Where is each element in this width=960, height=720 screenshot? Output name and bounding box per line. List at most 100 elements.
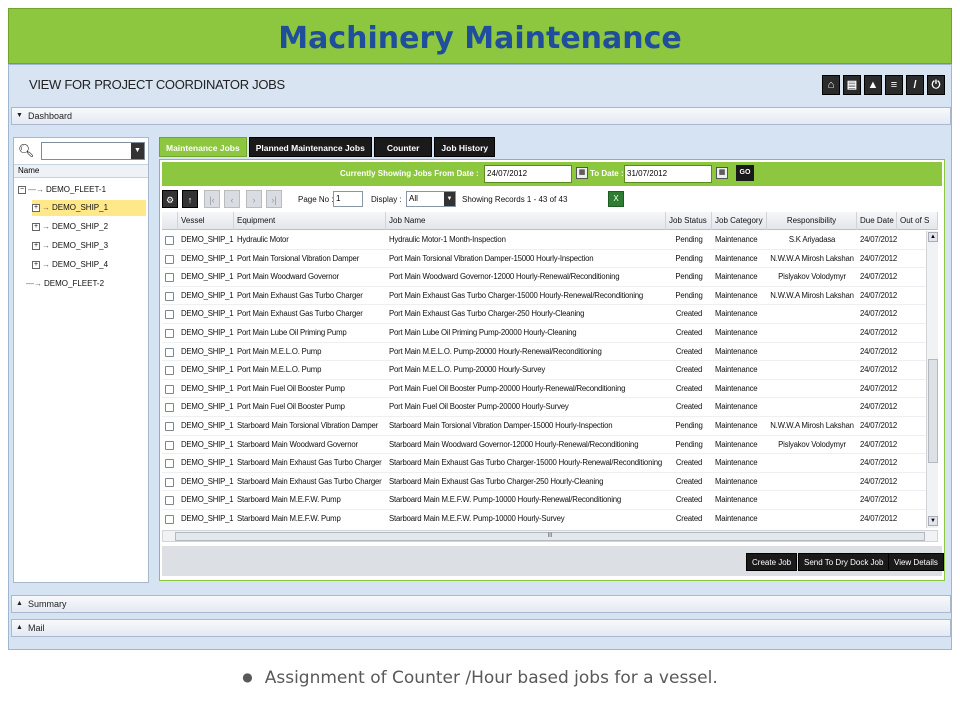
row-checkbox[interactable] <box>165 384 174 394</box>
page-label: Page No : <box>298 195 334 204</box>
table-row[interactable]: DEMO_SHIP_1 Starboard Main Exhaust Gas Tu… <box>162 454 926 473</box>
table-row[interactable]: DEMO_SHIP_1 Starboard Main M.E.F.W. Pump S… <box>162 510 926 528</box>
tree-node-ship-1[interactable]: + → DEMO_SHIP_1 <box>32 200 146 216</box>
home-icon[interactable]: ⌂ <box>822 75 840 95</box>
table-row[interactable]: DEMO_SHIP_1 Port Main M.E.L.O. Pump Port M… <box>162 343 926 362</box>
edit-icon[interactable]: / <box>906 75 924 95</box>
expand-icon[interactable]: + <box>32 203 40 212</box>
row-checkbox[interactable] <box>165 291 174 301</box>
table-row[interactable]: DEMO_SHIP_1 Starboard Main Torsional Vibr… <box>162 417 926 436</box>
tab-counter[interactable]: Counter <box>373 137 433 157</box>
row-checkbox[interactable] <box>165 273 174 283</box>
calendar-icon[interactable]: ▦ <box>576 167 588 179</box>
row-checkbox[interactable] <box>165 459 174 469</box>
mail-bar[interactable]: ▲ Mail <box>11 619 951 637</box>
row-checkbox[interactable] <box>165 515 174 524</box>
cell-due-date: 24/07/2012 <box>860 458 897 468</box>
row-checkbox[interactable] <box>165 310 174 320</box>
tree-node-ship-4[interactable]: + → DEMO_SHIP_4 <box>32 257 108 273</box>
tab-planned-maintenance-jobs[interactable]: Planned Maintenance Jobs <box>248 137 372 157</box>
settings-icon[interactable]: ⚙ <box>162 190 178 208</box>
page-number-input[interactable]: 1 <box>333 191 363 207</box>
table-row[interactable]: DEMO_SHIP_1 Starboard Main Woodward Gover… <box>162 436 926 455</box>
col-job-status[interactable]: Job Status <box>666 212 712 230</box>
row-checkbox[interactable] <box>165 496 174 506</box>
from-date-input[interactable]: 24/07/2012 <box>484 165 572 183</box>
table-row[interactable]: DEMO_SHIP_1 Port Main Fuel Oil Booster Pu… <box>162 380 926 399</box>
chevron-down-icon[interactable]: ▼ <box>444 192 455 206</box>
table-row[interactable]: DEMO_SHIP_1 Port Main M.E.L.O. Pump Port M… <box>162 361 926 380</box>
tree-node-fleet-2[interactable]: —→ DEMO_FLEET-2 <box>26 276 104 292</box>
table-row[interactable]: DEMO_SHIP_1 Starboard Main M.E.F.W. Pump S… <box>162 491 926 510</box>
row-checkbox[interactable] <box>165 366 174 376</box>
table-row[interactable]: DEMO_SHIP_1 Port Main Torsional Vibration… <box>162 250 926 269</box>
power-icon[interactable]: ⏻ <box>927 75 945 95</box>
to-date-input[interactable]: 31/07/2012 <box>624 165 712 183</box>
row-checkbox[interactable] <box>165 236 174 245</box>
print-icon[interactable]: ▤ <box>843 75 861 95</box>
next-page-icon[interactable]: › <box>246 190 262 208</box>
last-page-icon[interactable]: ›| <box>266 190 282 208</box>
summary-bar[interactable]: ▲ Summary <box>11 595 951 613</box>
display-select[interactable]: All ▼ <box>406 191 456 207</box>
view-details-button[interactable]: View Details <box>888 553 944 571</box>
search-icon[interactable]: 🔍︎ <box>18 143 35 159</box>
excel-export-icon[interactable]: X <box>608 191 624 207</box>
tree-search-select[interactable]: ▼ <box>41 142 145 160</box>
first-page-icon[interactable]: |‹ <box>204 190 220 208</box>
cell-responsibility: N.W.W.A Mirosh Lakshan <box>770 421 854 430</box>
prev-page-icon[interactable]: ‹ <box>224 190 240 208</box>
go-button[interactable]: GO <box>736 165 754 181</box>
cell-responsibility: N.W.W.A Mirosh Lakshan <box>770 290 854 300</box>
col-responsibility[interactable]: Responsibility <box>767 212 857 230</box>
row-checkbox[interactable] <box>165 422 174 431</box>
table-row[interactable]: DEMO_SHIP_1 Port Main Woodward Governor Po… <box>162 268 926 287</box>
col-vessel[interactable]: Vessel <box>178 212 234 230</box>
table-row[interactable]: DEMO_SHIP_1 Port Main Exhaust Gas Turbo C… <box>162 305 926 324</box>
calendar-icon[interactable]: ▦ <box>716 167 728 179</box>
create-job-button[interactable]: Create Job <box>746 553 798 571</box>
cell-due-date: 24/07/2012 <box>860 402 897 412</box>
vertical-scrollbar[interactable]: ▲ ▼ <box>926 231 938 528</box>
row-checkbox[interactable] <box>165 403 174 413</box>
tree-node-fleet-1[interactable]: − —→ DEMO_FLEET-1 <box>18 182 106 198</box>
expand-icon[interactable]: + <box>32 241 40 250</box>
row-checkbox[interactable] <box>165 477 174 487</box>
send-to-dry-dock-button[interactable]: Send To Dry Dock Job <box>798 553 890 571</box>
dashboard-bar[interactable]: ▼ Dashboard <box>11 107 951 125</box>
table-row[interactable]: DEMO_SHIP_1 Hydraulic Motor Hydraulic Moto… <box>162 231 926 250</box>
col-job-name[interactable]: Job Name <box>386 212 666 230</box>
mail-label: Mail <box>28 623 45 633</box>
document-icon[interactable]: ≡ <box>885 75 903 95</box>
scroll-up-icon[interactable]: ▲ <box>928 232 938 242</box>
col-due-date[interactable]: Due Date <box>857 212 897 230</box>
tree-node-ship-3[interactable]: + → DEMO_SHIP_3 <box>32 238 108 254</box>
table-row[interactable]: DEMO_SHIP_1 Port Main Exhaust Gas Turbo C… <box>162 287 926 306</box>
row-checkbox[interactable] <box>165 347 174 357</box>
collapse-icon[interactable]: − <box>18 185 26 194</box>
col-out-of-service[interactable]: Out of S <box>897 212 938 230</box>
upload-icon[interactable]: ↑ <box>182 190 198 208</box>
tab-job-history[interactable]: Job History <box>434 137 496 157</box>
scroll-thumb[interactable] <box>928 359 938 463</box>
row-checkbox[interactable] <box>165 254 174 264</box>
table-row[interactable]: DEMO_SHIP_1 Starboard Main Exhaust Gas Tu… <box>162 473 926 492</box>
cell-job-category: Maintenance <box>715 290 758 300</box>
tab-maintenance-jobs[interactable]: Maintenance Jobs <box>159 137 247 157</box>
row-checkbox[interactable] <box>165 329 174 338</box>
cell-responsibility <box>767 343 857 361</box>
expand-icon[interactable]: + <box>32 222 40 231</box>
col-equipment[interactable]: Equipment <box>234 212 386 230</box>
scroll-down-icon[interactable]: ▼ <box>928 516 938 526</box>
alert-icon[interactable]: ▲ <box>864 75 882 95</box>
expand-icon[interactable]: + <box>32 260 40 269</box>
chevron-down-icon[interactable]: ▼ <box>131 143 144 159</box>
table-row[interactable]: DEMO_SHIP_1 Port Main Lube Oil Priming Pu… <box>162 324 926 343</box>
scroll-thumb[interactable]: III <box>175 532 925 541</box>
cell-responsibility <box>767 324 857 342</box>
horizontal-scrollbar[interactable]: III <box>162 530 938 542</box>
table-row[interactable]: DEMO_SHIP_1 Port Main Fuel Oil Booster Pu… <box>162 398 926 417</box>
col-job-category[interactable]: Job Category <box>712 212 767 230</box>
row-checkbox[interactable] <box>165 440 174 450</box>
tree-node-ship-2[interactable]: + → DEMO_SHIP_2 <box>32 219 108 235</box>
